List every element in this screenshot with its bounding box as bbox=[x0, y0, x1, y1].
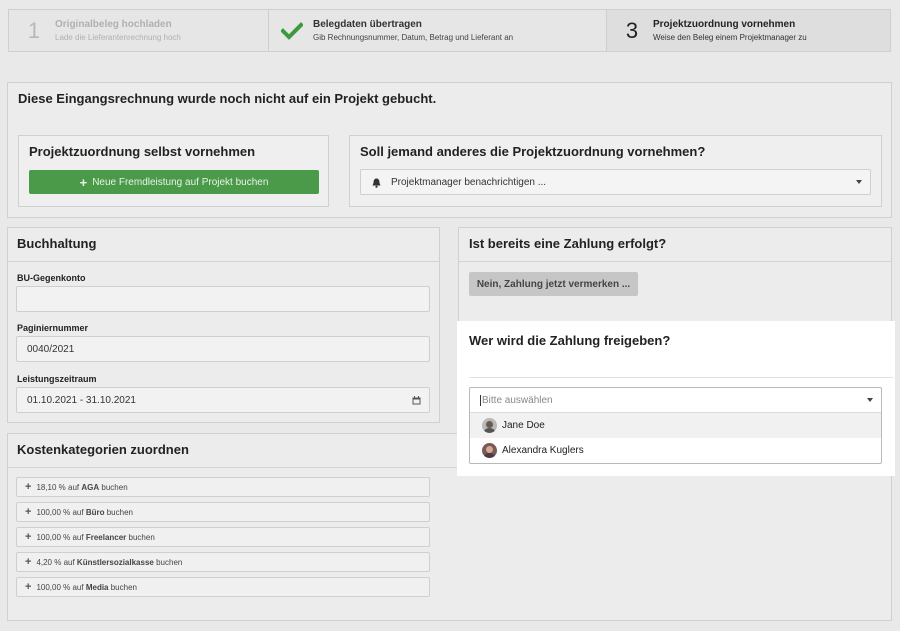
category-row[interactable]: +100,00 % auf Büro buchen bbox=[16, 502, 430, 522]
project-manager-select[interactable]: Projektmanager benachrichtigen ... bbox=[360, 169, 871, 195]
category-name: Freelancer bbox=[85, 532, 127, 542]
period-value: 01.10.2021 - 31.10.2021 bbox=[27, 394, 136, 406]
category-name: AGA bbox=[81, 482, 100, 492]
payment-title: Ist bereits eine Zahlung erfolgt? bbox=[469, 236, 667, 251]
chevron-down-icon bbox=[856, 180, 862, 184]
calendar-icon[interactable] bbox=[412, 396, 421, 405]
category-suffix: buchen bbox=[128, 532, 155, 542]
self-assign-title: Projektzuordnung selbst vornehmen bbox=[29, 144, 256, 159]
category-name: Künstlersozialkasse bbox=[76, 557, 154, 567]
category-suffix: buchen bbox=[110, 582, 137, 592]
period-label: Leistungszeitraum bbox=[17, 374, 97, 384]
notice-title: Diese Eingangsrechnung wurde noch nicht … bbox=[18, 91, 437, 106]
option-label: Jane Doe bbox=[502, 420, 545, 431]
category-pct: 18,10 % auf bbox=[36, 482, 80, 492]
text-cursor bbox=[480, 394, 481, 406]
category-pct: 4,20 % auf bbox=[36, 557, 75, 567]
category-row[interactable]: +100,00 % auf Freelancer buchen bbox=[16, 527, 430, 547]
option-jane-doe[interactable]: Jane Doe bbox=[470, 413, 881, 438]
button-label: Neue Fremdleistung auf Projekt buchen bbox=[92, 176, 269, 188]
plus-icon: + bbox=[25, 506, 32, 518]
avatar bbox=[482, 443, 497, 458]
page-number-input[interactable]: 0040/2021 bbox=[16, 336, 430, 362]
category-suffix: buchen bbox=[106, 507, 133, 517]
page-number-label: Paginiernummer bbox=[17, 323, 89, 333]
category-pct: 100,00 % auf bbox=[36, 532, 84, 542]
category-pct: 100,00 % auf bbox=[36, 582, 84, 592]
divider bbox=[8, 261, 439, 262]
other-assign-panel: Soll jemand anderes die Projektzuordnung… bbox=[349, 135, 882, 207]
bell-icon bbox=[372, 178, 381, 188]
approver-select-dropdown[interactable]: Bitte auswählen Jane Doe Alexandra Kugle… bbox=[469, 387, 882, 464]
plus-icon: + bbox=[25, 581, 32, 593]
approver-search-input[interactable]: Bitte auswählen bbox=[470, 388, 881, 413]
category-suffix: buchen bbox=[101, 482, 128, 492]
divider bbox=[469, 377, 893, 378]
period-input[interactable]: 01.10.2021 - 31.10.2021 bbox=[16, 387, 430, 413]
accounting-title: Buchhaltung bbox=[17, 236, 97, 251]
step-subtitle: Weise den Beleg einem Projektmanager zu bbox=[653, 33, 807, 42]
plus-icon: + bbox=[79, 174, 88, 190]
account-input[interactable] bbox=[16, 286, 430, 312]
plus-icon: + bbox=[25, 481, 32, 493]
chevron-down-icon[interactable] bbox=[867, 398, 873, 402]
step-subtitle: Gib Rechnungsnummer, Datum, Betrag und L… bbox=[313, 33, 514, 42]
step-number: 3 bbox=[625, 17, 639, 43]
avatar bbox=[482, 418, 497, 433]
option-label: Alexandra Kuglers bbox=[502, 445, 584, 456]
project-notice-panel: Diese Eingangsrechnung wurde noch nicht … bbox=[7, 82, 892, 218]
plus-icon: + bbox=[25, 556, 32, 568]
step-upload[interactable]: 1 Originalbeleg hochladen Lade die Liefe… bbox=[9, 10, 269, 51]
step-title: Projektzuordnung vornehmen bbox=[653, 19, 796, 30]
step-title: Belegdaten übertragen bbox=[313, 19, 422, 30]
select-placeholder: Bitte auswählen bbox=[482, 394, 553, 406]
categories-title: Kostenkategorien zuordnen bbox=[17, 442, 189, 457]
step-wizard: 1 Originalbeleg hochladen Lade die Liefe… bbox=[8, 9, 891, 52]
step-number: 1 bbox=[27, 17, 41, 43]
plus-icon: + bbox=[25, 531, 32, 543]
category-row[interactable]: +18,10 % auf AGA buchen bbox=[16, 477, 430, 497]
account-label: BU-Gegenkonto bbox=[17, 273, 86, 283]
step-transfer[interactable]: Belegdaten übertragen Gib Rechnungsnumme… bbox=[269, 10, 607, 51]
accounting-panel: Buchhaltung BU-Gegenkonto Paginiernummer… bbox=[7, 227, 440, 423]
divider bbox=[459, 261, 891, 262]
step-title: Originalbeleg hochladen bbox=[55, 19, 172, 30]
other-assign-title: Soll jemand anderes die Projektzuordnung… bbox=[360, 144, 706, 159]
new-external-service-button[interactable]: + Neue Fremdleistung auf Projekt buchen bbox=[29, 170, 319, 194]
category-pct: 100,00 % auf bbox=[36, 507, 84, 517]
category-suffix: buchen bbox=[156, 557, 183, 567]
category-row[interactable]: +4,20 % auf Künstlersozialkasse buchen bbox=[16, 552, 430, 572]
step-assign[interactable]: 3 Projektzuordnung vornehmen Weise den B… bbox=[607, 10, 890, 51]
category-name: Büro bbox=[85, 507, 105, 517]
select-value: Projektmanager benachrichtigen ... bbox=[391, 176, 547, 188]
category-row[interactable]: +100,00 % auf Media buchen bbox=[16, 577, 430, 597]
category-name: Media bbox=[85, 582, 109, 592]
self-assign-panel: Projektzuordnung selbst vornehmen + Neue… bbox=[18, 135, 329, 207]
step-subtitle: Lade die Lieferantenrechnung hoch bbox=[55, 33, 181, 42]
option-alexandra-kuglers[interactable]: Alexandra Kuglers bbox=[470, 438, 881, 463]
mark-payment-button[interactable]: Nein, Zahlung jetzt vermerken ... bbox=[469, 272, 638, 296]
approval-title: Wer wird die Zahlung freigeben? bbox=[469, 333, 671, 348]
check-icon bbox=[281, 21, 303, 40]
